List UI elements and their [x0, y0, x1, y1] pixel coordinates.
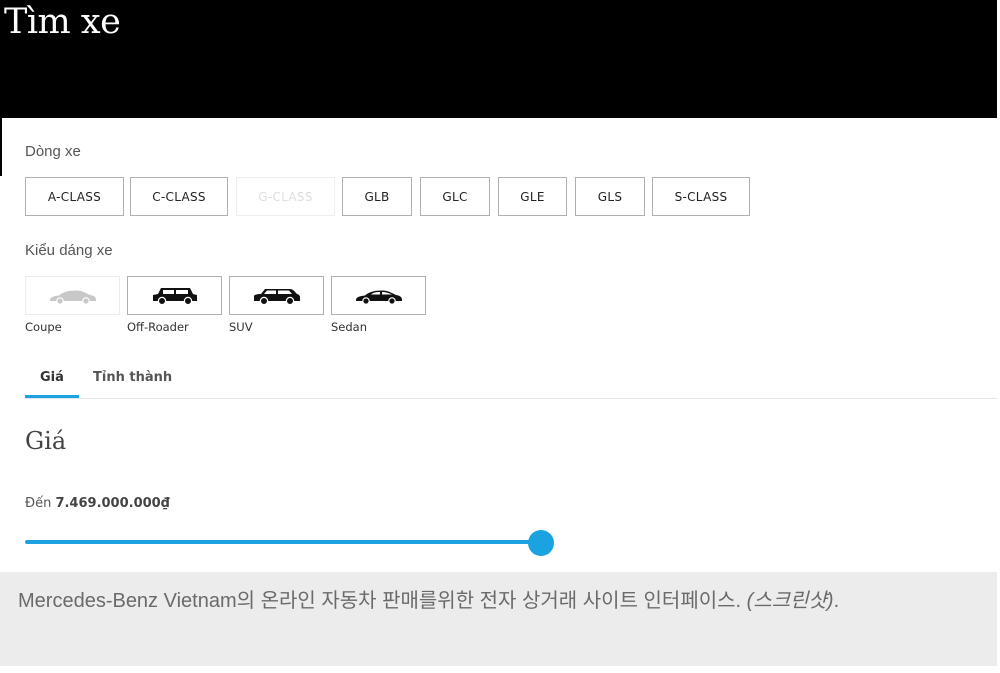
- off-roader-car-icon: [152, 287, 197, 305]
- model-section-label: Dòng xe: [25, 143, 81, 160]
- left-edge-divider: [0, 118, 2, 176]
- model-button-gls[interactable]: GLS: [575, 177, 645, 216]
- price-slider-track[interactable]: [25, 540, 542, 544]
- model-button-label: GLC: [442, 189, 468, 204]
- body-type-label-off-roader: Off-Roader: [127, 320, 189, 334]
- body-type-coupe: [25, 276, 120, 315]
- model-button-label: S-CLASS: [674, 189, 728, 204]
- price-heading: Giá: [25, 427, 67, 455]
- tab-province[interactable]: Tỉnh thành: [93, 370, 172, 385]
- price-max-value: 7.469.000.000₫: [55, 496, 170, 511]
- model-button-gle[interactable]: GLE: [498, 177, 567, 216]
- page-title: Tìm xe: [4, 2, 121, 42]
- model-button-a-class[interactable]: A-CLASS: [25, 177, 124, 216]
- suv-car-icon: [253, 288, 300, 305]
- model-button-label: A-CLASS: [47, 189, 102, 204]
- body-type-label-coupe: Coupe: [25, 320, 62, 334]
- body-type-suv[interactable]: [229, 276, 324, 315]
- body-type-off-roader[interactable]: [127, 276, 222, 315]
- caption-end: .: [833, 590, 840, 612]
- model-button-s-class[interactable]: S-CLASS: [652, 177, 750, 216]
- body-type-sedan[interactable]: [331, 276, 426, 315]
- caption-box: Mercedes-Benz Vietnam의 온라인 자동차 판매를위한 전자 …: [0, 572, 997, 666]
- price-range-text: Đến 7.469.000.000₫: [25, 496, 170, 511]
- tab-divider: [25, 398, 997, 399]
- model-button-glb[interactable]: GLB: [342, 177, 412, 216]
- body-type-label-suv: SUV: [229, 320, 253, 334]
- sedan-car-icon: [355, 290, 402, 305]
- price-prefix: Đến: [25, 496, 52, 511]
- caption-note: (스크린샷): [746, 590, 834, 612]
- caption-text: Mercedes-Benz Vietnam의 온라인 자동차 판매를위한 전자 …: [18, 586, 968, 616]
- page-header: Tìm xe: [0, 0, 997, 118]
- model-button-label: G-CLASS: [258, 189, 313, 204]
- model-button-c-class[interactable]: C-CLASS: [130, 177, 228, 216]
- model-button-label: GLB: [364, 189, 390, 204]
- model-button-label: GLS: [597, 189, 623, 204]
- body-section-label: Kiểu dáng xe: [25, 242, 113, 259]
- body-type-label-sedan: Sedan: [331, 320, 368, 334]
- price-slider-handle[interactable]: [528, 530, 554, 556]
- model-button-g-class: G-CLASS: [236, 177, 335, 216]
- coupe-car-icon: [49, 290, 96, 305]
- model-button-label: GLE: [520, 189, 545, 204]
- model-button-label: C-CLASS: [152, 189, 206, 204]
- tab-price[interactable]: Giá: [40, 370, 64, 385]
- caption-main: Mercedes-Benz Vietnam의 온라인 자동차 판매를위한 전자 …: [18, 590, 742, 612]
- model-button-glc[interactable]: GLC: [420, 177, 490, 216]
